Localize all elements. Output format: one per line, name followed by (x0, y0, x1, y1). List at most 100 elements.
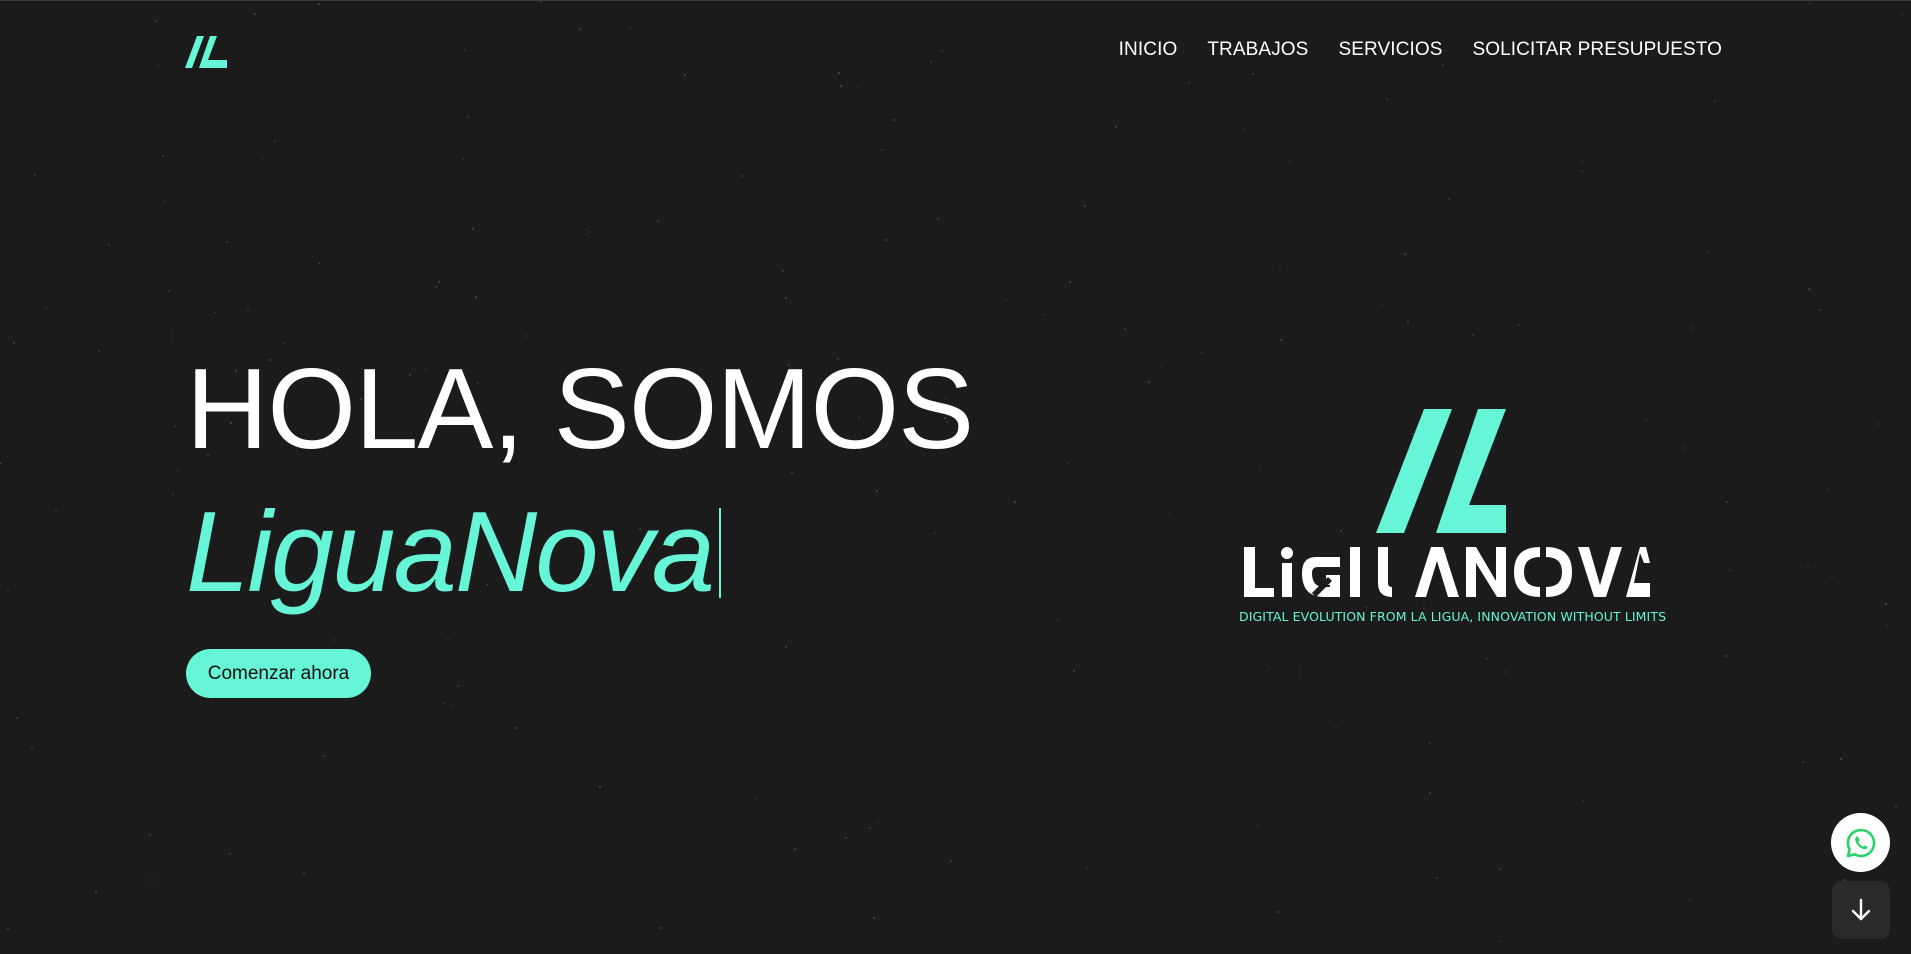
star-dot (1500, 940, 1502, 942)
star-dot (1279, 267, 1281, 269)
main-nav: INICIO TRABAJOS SERVICIOS SOLICITAR PRES… (1119, 39, 1722, 61)
star-dot (247, 309, 249, 311)
star-dot (34, 174, 36, 176)
star-dot (462, 158, 464, 160)
comenzar-ahora-button[interactable]: Comenzar ahora (186, 649, 371, 698)
star-dot (435, 286, 437, 288)
star-dot (1057, 619, 1059, 621)
star-dot (214, 312, 216, 314)
star-dot (174, 425, 176, 427)
star-dot (1170, 513, 1172, 515)
star-dot (1809, 2, 1811, 4)
star-dot (876, 490, 878, 492)
star-dot (1902, 14, 1904, 16)
star-dot (1714, 100, 1716, 102)
nav-item-solicitar-presupuesto[interactable]: SOLICITAR PRESUPUESTO (1472, 39, 1722, 61)
star-dot (13, 342, 15, 344)
star-dot (1069, 281, 1071, 283)
star-dot (785, 646, 787, 648)
star-dot (95, 891, 97, 893)
star-dot (1840, 758, 1842, 760)
nav-item-servicios[interactable]: SERVICIOS (1338, 39, 1442, 61)
star-dot (254, 13, 256, 15)
star-dot (1802, 761, 1804, 763)
arrow-down-icon (1851, 898, 1871, 921)
star-dot (1827, 488, 1829, 490)
typing-cursor (719, 508, 722, 598)
star-dot (260, 157, 262, 159)
star-dot (7, 928, 9, 930)
star-dot (1486, 658, 1488, 660)
whatsapp-button[interactable] (1831, 813, 1890, 872)
star-dot (151, 879, 153, 881)
star-dot (226, 241, 228, 243)
star-dot (1277, 911, 1279, 913)
star-dot (464, 49, 466, 51)
star-dot (1819, 309, 1821, 311)
star-dot (755, 798, 757, 800)
star-dot (934, 532, 936, 534)
star-dot (629, 27, 631, 29)
star-dot (1518, 324, 1520, 326)
star-dot (1298, 671, 1300, 673)
star-dot (1726, 501, 1728, 503)
star-dot (1380, 304, 1382, 306)
star-dot (1335, 726, 1337, 728)
star-dot (1073, 670, 1075, 672)
star-dot (1886, 625, 1888, 627)
star-dot (515, 727, 517, 729)
star-dot (869, 827, 871, 829)
page: INICIO TRABAJOS SERVICIOS SOLICITAR PRES… (0, 0, 1911, 954)
star-dot (1877, 423, 1879, 425)
header-logo-icon[interactable] (185, 34, 227, 70)
star-dot (176, 470, 178, 472)
star-dot (941, 50, 943, 52)
star-dot (937, 218, 939, 220)
star-dot (1042, 314, 1044, 316)
star-dot (1148, 381, 1150, 383)
star-dot (155, 20, 157, 22)
star-dot (1252, 73, 1254, 75)
star-dot (840, 85, 842, 87)
star-dot (1124, 328, 1126, 330)
hero-brand-heading: LiguaNova (186, 488, 722, 618)
star-dot (1289, 160, 1291, 162)
star-dot (930, 61, 932, 63)
hero-heading: HOLA, SOMOS (186, 346, 974, 473)
star-dot (893, 119, 895, 121)
star-dot (467, 116, 469, 118)
star-dot (1436, 877, 1438, 879)
star-dot (1115, 126, 1117, 128)
star-dot (1581, 170, 1583, 172)
brand-mark-icon (1376, 409, 1506, 533)
star-dot (845, 837, 847, 839)
nav-item-trabajos[interactable]: TRABAJOS (1207, 39, 1308, 61)
star-dot (579, 28, 581, 30)
star-dot (1429, 792, 1431, 794)
star-dot (1499, 868, 1501, 870)
star-dot (303, 873, 305, 875)
star-dot (229, 853, 231, 855)
star-dot (1188, 82, 1190, 84)
star-dot (782, 270, 784, 272)
star-dot (657, 220, 659, 222)
nav-item-inicio[interactable]: INICIO (1119, 39, 1178, 61)
star-dot (1005, 299, 1007, 301)
star-dot (857, 86, 859, 88)
star-dot (164, 200, 166, 202)
star-dot (1831, 578, 1833, 580)
star-dot (274, 140, 276, 142)
star-dot (475, 296, 477, 298)
star-dot (149, 834, 151, 836)
star-dot (1086, 867, 1088, 869)
star-dot (785, 297, 787, 299)
star-dot (472, 228, 474, 230)
star-dot (1472, 334, 1474, 336)
star-dot (1162, 365, 1164, 367)
star-dot (838, 72, 840, 74)
star-dot (16, 717, 18, 719)
brand-tagline: DIGITAL EVOLUTION FROM LA LIGUA, INNOVAT… (1239, 609, 1667, 624)
scroll-down-button[interactable] (1832, 881, 1890, 939)
star-dot (1268, 668, 1270, 670)
star-dot (1684, 447, 1686, 449)
